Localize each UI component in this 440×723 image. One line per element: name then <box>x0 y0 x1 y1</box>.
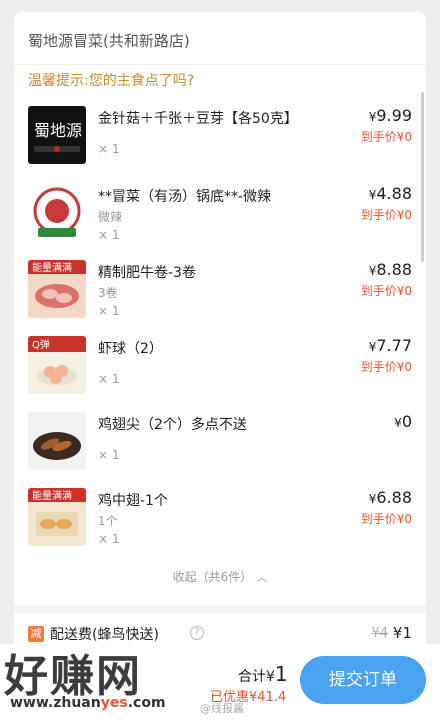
svg-text:能量满满: 能量满满 <box>32 489 72 502</box>
item-thumbnail: 蜀地源 <box>28 106 86 164</box>
list-item[interactable]: 蜀地源 金针菇＋千张＋豆芽【各50克】 × 1 ¥9.99 到手价¥0 <box>28 106 412 176</box>
shrimp-ball-icon: Q弹 <box>28 336 86 394</box>
list-item[interactable]: Q弹 虾球（2） × 1 ¥7.77 到手价¥0 <box>28 336 412 406</box>
list-item[interactable]: 鸡翅尖（2个）多点不送 × 1 ¥0 <box>28 412 412 482</box>
item-thumbnail: Q弹 <box>28 336 86 394</box>
item-name: 鸡翅尖（2个）多点不送 <box>98 417 247 433</box>
item-qty: × 1 <box>98 372 120 386</box>
order-card: 蜀地源冒菜(共和新路店) 温馨提示:您的主食点了吗? 蜀地源 金针菇＋千张＋豆芽… <box>14 12 426 672</box>
item-qty: × 1 <box>98 304 120 318</box>
item-price: ¥8.88 <box>368 260 412 279</box>
collapse-label: 收起（共6件） <box>172 570 253 584</box>
scrollbar[interactable] <box>421 92 424 262</box>
divider <box>14 64 426 65</box>
item-thumbnail: 能量满满 <box>28 260 86 318</box>
shudiyuan-logo-icon: 蜀地源 <box>28 106 86 164</box>
item-final-price: 到手价¥0 <box>360 208 412 222</box>
svg-text:能量满满: 能量满满 <box>32 261 72 274</box>
collapse-toggle[interactable]: 收起（共6件） ︿ <box>14 568 426 585</box>
item-spec: 3卷 <box>98 286 118 300</box>
item-spec: 1个 <box>98 514 118 528</box>
item-qty: × 1 <box>98 532 120 546</box>
item-qty: × 1 <box>98 448 120 462</box>
submit-order-button[interactable]: 提交订单 <box>300 656 426 704</box>
item-qty: × 1 <box>98 142 120 156</box>
list-item[interactable]: 能量满满 精制肥牛卷-3卷 3卷 × 1 ¥8.88 到手价¥0 <box>28 260 412 330</box>
store-name[interactable]: 蜀地源冒菜(共和新路店) <box>28 30 190 51</box>
chevron-up-icon: ︿ <box>256 571 268 584</box>
item-thumbnail <box>28 412 86 470</box>
item-name: **冒菜（有汤）锅底**-微辣 <box>98 189 272 205</box>
chicken-wings-icon: 能量满满 <box>28 488 86 546</box>
item-price: ¥7.77 <box>368 336 412 355</box>
item-name: 精制肥牛卷-3卷 <box>98 265 196 281</box>
old-delivery-fee: ¥4 <box>371 626 388 641</box>
wing-tips-icon <box>28 412 86 470</box>
beef-roll-icon: 能量满满 <box>28 260 86 318</box>
item-price: ¥4.88 <box>368 184 412 203</box>
order-total: 合计¥1 <box>238 662 288 686</box>
item-name: 虾球（2） <box>98 341 163 357</box>
item-final-price: 到手价¥0 <box>360 284 412 298</box>
new-delivery-fee: ¥1 <box>392 624 412 642</box>
item-spec: 微辣 <box>98 210 123 224</box>
item-final-price: 到手价¥0 <box>360 360 412 374</box>
item-price: ¥6.88 <box>368 488 412 507</box>
item-qty: × 1 <box>98 228 120 242</box>
item-final-price: 到手价¥0 <box>360 512 412 526</box>
svg-text:蜀地源: 蜀地源 <box>34 121 82 140</box>
weibo-watermark: @线报酱 <box>200 702 244 715</box>
item-name: 金针菇＋千张＋豆芽【各50克】 <box>98 111 298 127</box>
item-price: ¥9.99 <box>368 106 412 125</box>
hotpot-logo-icon <box>28 184 86 242</box>
help-icon[interactable]: ? <box>190 626 204 640</box>
item-name: 鸡中翅-1个 <box>98 493 168 509</box>
list-item[interactable]: 能量满满 鸡中翅-1个 1个 × 1 ¥6.88 到手价¥0 <box>28 488 412 558</box>
section-divider <box>14 605 426 613</box>
item-final-price: 到手价¥0 <box>360 130 412 144</box>
tip-text: 温馨提示:您的主食点了吗? <box>28 73 195 89</box>
watermark-url: www.zhuanyes.com <box>10 695 166 711</box>
svg-text:Q弹: Q弹 <box>32 338 50 351</box>
list-item[interactable]: **冒菜（有汤）锅底**-微辣 微辣 × 1 ¥4.88 到手价¥0 <box>28 184 412 254</box>
item-thumbnail: 能量满满 <box>28 488 86 546</box>
item-price: ¥0 <box>394 412 412 431</box>
item-thumbnail <box>28 184 86 242</box>
